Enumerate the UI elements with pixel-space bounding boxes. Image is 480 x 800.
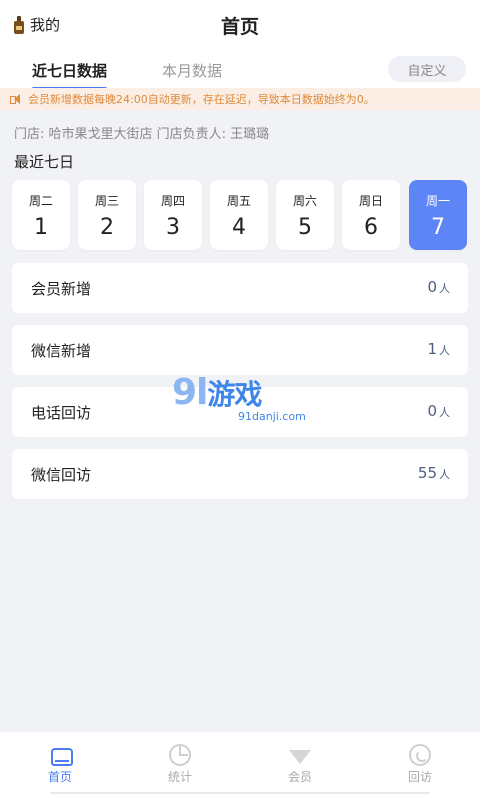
recent-seven-days-label: 最近七日 (14, 153, 75, 171)
custom-range-button[interactable]: 自定义 (388, 56, 466, 82)
top-bar: 我的 首页 (0, 0, 480, 48)
day-date: 3 (166, 215, 180, 240)
day-weekday: 周四 (160, 194, 185, 208)
home-indicator (50, 792, 430, 794)
stat-number: 0 (427, 402, 437, 420)
stat-value: 0人 (427, 278, 450, 296)
phone-call-icon (409, 744, 431, 766)
day-date: 6 (364, 215, 378, 240)
stat-card-wechat-new[interactable]: 微信新增 1人 (12, 325, 468, 375)
stat-value: 0人 (427, 402, 450, 420)
day-date: 4 (232, 215, 246, 240)
nav-stats[interactable]: 统计 (120, 732, 240, 800)
tab-this-month[interactable]: 本月数据 (162, 60, 222, 81)
stat-unit: 人 (439, 344, 450, 357)
stat-value: 1人 (427, 340, 450, 358)
day-weekday: 周日 (358, 194, 383, 208)
tab-last-7-days[interactable]: 近七日数据 (32, 60, 108, 90)
day-weekday: 周一 (425, 194, 450, 208)
day-card[interactable]: 周三 2 (78, 180, 136, 250)
stat-label: 微信回访 (31, 466, 92, 484)
stat-card-wechat-visit[interactable]: 微信回访 55 人 (12, 449, 468, 499)
watermark-domain: 91danji.com (238, 410, 306, 423)
stat-number: 55 (417, 464, 437, 482)
day-date: 2 (100, 215, 114, 240)
stat-label: 会员新增 (31, 280, 92, 298)
stat-unit: 人 (439, 468, 450, 481)
day-card[interactable]: 周二 1 (12, 180, 70, 250)
day-selector: 周二 1 周三 2 周四 3 周五 4 周六 5 周日 6 周一 7 (12, 180, 468, 250)
stat-unit: 人 (439, 406, 450, 419)
day-weekday: 周二 (28, 194, 53, 208)
nav-visit-label: 回访 (407, 770, 432, 784)
nav-member[interactable]: 会员 (240, 732, 360, 800)
watermark-logo: 9l游戏 91danji.com (172, 372, 312, 426)
watermark-main: 9l游戏 (172, 372, 262, 413)
day-card-selected[interactable]: 周一 7 (409, 180, 467, 250)
day-card[interactable]: 周日 6 (342, 180, 400, 250)
stat-card-member-new[interactable]: 会员新增 0人 (12, 263, 468, 313)
bottom-nav: 首页 统计 会员 回访 (0, 732, 480, 800)
day-card[interactable]: 周四 3 (144, 180, 202, 250)
day-weekday: 周三 (94, 194, 119, 208)
notice-text: 会员新增数据每晚24:00自动更新，存在延迟，导致本日数据始终为0。 (28, 93, 375, 106)
nav-stats-label: 统计 (167, 770, 192, 784)
home-icon (51, 748, 73, 766)
notice-bar: 会员新增数据每晚24:00自动更新，存在延迟，导致本日数据始终为0。 (0, 88, 480, 110)
day-weekday: 周六 (292, 194, 317, 208)
stat-number: 1 (427, 340, 437, 358)
tab-last-7-days-label: 近七日数据 (32, 62, 108, 80)
day-date: 1 (34, 215, 48, 240)
speaker-icon (10, 93, 22, 105)
stat-number: 0 (427, 278, 437, 296)
stat-unit: 人 (439, 282, 450, 295)
nav-member-label: 会员 (287, 770, 312, 784)
nav-home-label: 首页 (47, 770, 72, 784)
day-card[interactable]: 周五 4 (210, 180, 268, 250)
nav-visit[interactable]: 回访 (360, 732, 480, 800)
stat-value: 55 人 (418, 464, 450, 482)
nav-home[interactable]: 首页 (0, 732, 120, 800)
store-info: 门店: 哈市果戈里大街店 门店负责人: 王璐璐 (14, 127, 270, 142)
page-title: 首页 (220, 16, 259, 38)
pie-chart-icon (169, 744, 191, 766)
day-card[interactable]: 周六 5 (276, 180, 334, 250)
day-date: 5 (298, 215, 312, 240)
day-weekday: 周五 (226, 194, 251, 208)
stat-label: 微信新增 (31, 342, 92, 360)
tab-bar: 近七日数据 本月数据 自定义 (0, 48, 480, 90)
gem-icon (289, 750, 311, 764)
day-date: 7 (431, 215, 445, 240)
stat-label: 电话回访 (31, 404, 92, 422)
